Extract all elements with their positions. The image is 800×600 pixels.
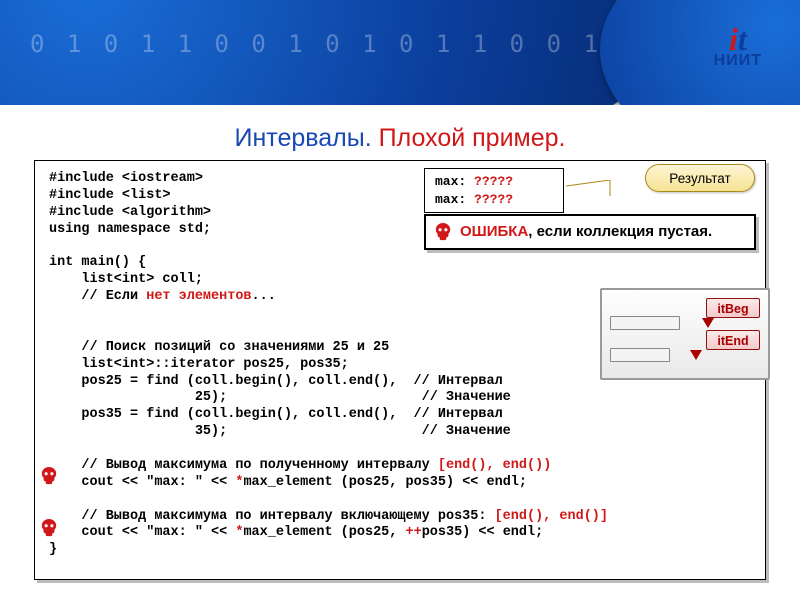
title-part1: Интервалы	[235, 124, 365, 152]
error-text: ОШИБКА, если коллекция пустая.	[460, 222, 712, 242]
result-line-1: max: ?????	[435, 173, 553, 191]
top-banner: 0 1 0 1 1 0 0 1 0 1 0 1 1 0 0 1 0 0 1	[0, 0, 800, 105]
iter-label-end: itEnd	[706, 330, 760, 350]
logo-it: it	[714, 26, 762, 52]
skull-icon	[40, 466, 58, 486]
iter-mini-box-2	[610, 348, 670, 362]
result-output-box: max: ????? max: ?????	[424, 168, 564, 213]
iter-label-beg: itBeg	[706, 298, 760, 318]
result-line-2: max: ?????	[435, 191, 553, 209]
result-callout: Результат	[645, 164, 755, 192]
slide-title: Интервалы. Плохой пример.	[0, 124, 800, 153]
callout-pointer	[566, 180, 648, 198]
iter-mini-box-1	[610, 316, 680, 330]
title-part2: Плохой пример.	[379, 124, 566, 152]
logo-niit: НИИТ	[714, 52, 762, 70]
logo: it НИИТ	[714, 26, 762, 70]
title-dot: .	[365, 124, 379, 152]
skull-icon	[434, 222, 452, 242]
banner-binary-bg: 0 1 0 1 1 0 0 1 0 1 0 1 1 0 0 1 0 0 1	[0, 0, 660, 105]
skull-icon	[40, 518, 58, 538]
iterator-diagram: itBeg itEnd	[600, 288, 770, 380]
banner-right-arc	[600, 0, 800, 105]
iter-pointer-beg	[702, 318, 714, 328]
error-box: ОШИБКА, если коллекция пустая.	[424, 214, 756, 250]
iter-pointer-end	[690, 350, 702, 360]
